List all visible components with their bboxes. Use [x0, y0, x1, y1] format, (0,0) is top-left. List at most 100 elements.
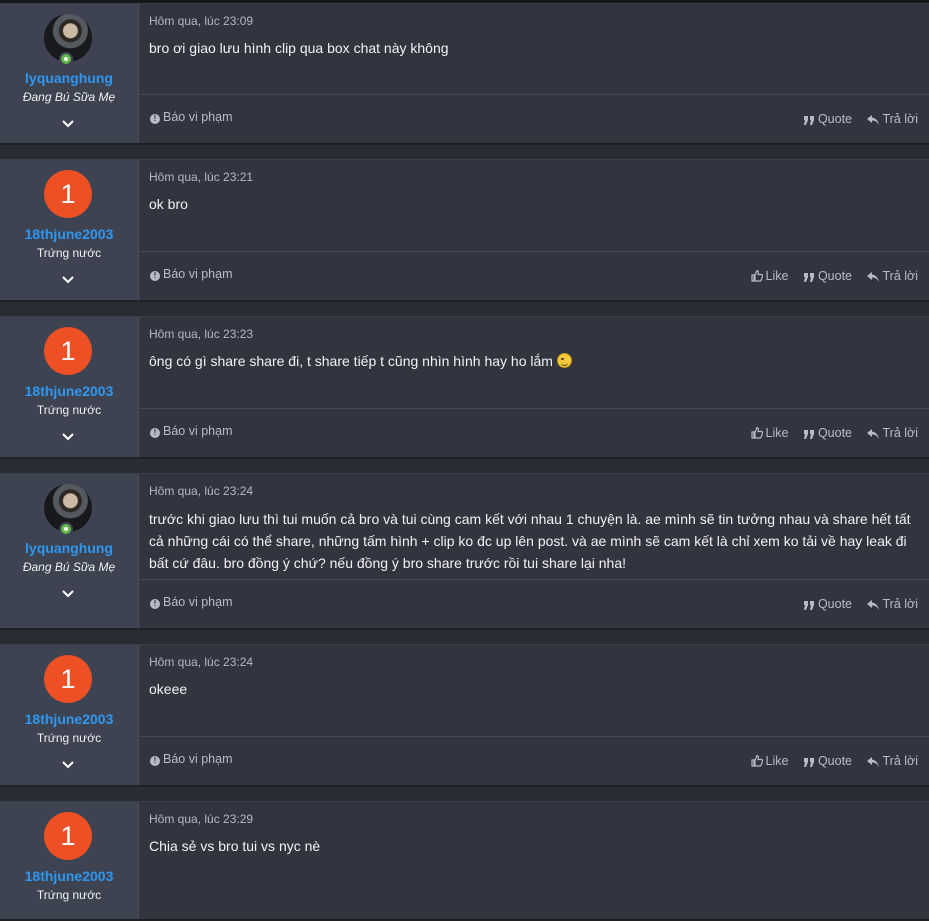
post-date[interactable]: Hôm qua, lúc 23:21 — [149, 170, 253, 184]
quote-button[interactable]: Quote — [803, 426, 852, 440]
username-link[interactable]: 18thjune2003 — [0, 383, 138, 399]
reply-label: Trả lời — [882, 112, 918, 126]
post: 1 18thjune2003 Trứng nước Hôm qua, lúc 2… — [0, 644, 929, 787]
report-label: Báo vi phạm — [163, 267, 233, 281]
post-date[interactable]: Hôm qua, lúc 23:29 — [149, 812, 253, 826]
smirk-emoji-icon — [556, 353, 572, 368]
post-date[interactable]: Hôm qua, lúc 23:09 — [149, 14, 253, 28]
report-button[interactable]: ! Báo vi phạm — [150, 595, 232, 609]
post: 1 18thjune2003 Trứng nước Hôm qua, lúc 2… — [0, 159, 929, 302]
post: 1 18thjune2003 Trứng nước Hôm qua, lúc 2… — [0, 316, 929, 459]
post-date[interactable]: Hôm qua, lúc 23:23 — [149, 327, 253, 341]
reply-button[interactable]: Trả lời — [867, 426, 918, 440]
thumbs-up-icon — [750, 426, 763, 439]
quote-icon — [803, 758, 814, 767]
post-message: ok bro — [149, 196, 188, 212]
chevron-down-icon[interactable] — [60, 429, 76, 445]
quote-icon — [803, 116, 814, 125]
post-message: okeee — [149, 681, 188, 697]
quote-button[interactable]: Quote — [803, 597, 852, 611]
user-panel: lyquanghung Đang Bú Sữa Mẹ — [0, 474, 139, 628]
post-content: Hôm qua, lúc 23:24 okeee ! Báo vi phạm Li… — [139, 645, 929, 785]
post-footer: ! Báo vi phạm Like Quote Trả lời — [139, 408, 929, 457]
thumbs-up-icon — [750, 269, 763, 282]
post-date[interactable]: Hôm qua, lúc 23:24 — [149, 484, 253, 498]
reply-label: Trả lời — [882, 754, 918, 768]
user-title: Trứng nước — [36, 731, 102, 745]
report-button[interactable]: ! Báo vi phạm — [150, 424, 232, 438]
chevron-down-icon[interactable] — [60, 757, 76, 773]
username-link[interactable]: 18thjune2003 — [0, 711, 138, 727]
reply-label: Trả lời — [882, 597, 918, 611]
post-message: ông có gì share share đi, t share tiếp t… — [149, 353, 553, 369]
avatar[interactable]: 1 — [44, 170, 92, 218]
reply-button[interactable]: Trả lời — [867, 597, 918, 611]
report-button[interactable]: ! Báo vi phạm — [150, 267, 232, 281]
post-date[interactable]: Hôm qua, lúc 23:24 — [149, 655, 253, 669]
quote-icon — [803, 601, 814, 610]
reply-icon — [867, 757, 880, 767]
username-link[interactable]: 18thjune2003 — [0, 868, 138, 884]
like-label: Like — [765, 426, 789, 440]
post-actions: Quote Trả lời — [792, 112, 918, 126]
quote-label: Quote — [817, 112, 852, 126]
reply-icon — [867, 429, 880, 439]
report-button[interactable]: ! Báo vi phạm — [150, 110, 232, 124]
reply-icon — [867, 115, 880, 125]
chevron-down-icon[interactable] — [60, 116, 76, 132]
post-message: bro ơi giao lưu hình clip qua box chat n… — [149, 40, 449, 56]
post: lyquanghung Đang Bú Sữa Mẹ Hôm qua, lúc … — [0, 473, 929, 630]
chevron-down-icon[interactable] — [60, 272, 76, 288]
user-title: Đang Bú Sữa Mẹ — [22, 90, 116, 104]
post-content: Hôm qua, lúc 23:09 bro ơi giao lưu hình … — [139, 4, 929, 143]
reply-label: Trả lời — [882, 426, 918, 440]
user-title: Trứng nước — [36, 403, 102, 417]
like-label: Like — [765, 269, 789, 283]
quote-button[interactable]: Quote — [803, 754, 852, 768]
avatar[interactable]: 1 — [44, 327, 92, 375]
quote-label: Quote — [817, 597, 852, 611]
quote-label: Quote — [817, 269, 852, 283]
report-label: Báo vi phạm — [163, 110, 233, 124]
post-message: trước khi giao lưu thì tui muốn cả bro v… — [149, 511, 911, 571]
post-footer: ! Báo vi phạm Like Quote Trả lời — [139, 251, 929, 300]
post-actions: Quote Trả lời — [792, 597, 918, 611]
post-footer: ! Báo vi phạm Quote Trả lời — [139, 579, 929, 628]
info-icon: ! — [150, 271, 160, 281]
reply-button[interactable]: Trả lời — [867, 112, 918, 126]
avatar[interactable]: 1 — [44, 812, 92, 860]
like-label: Like — [765, 754, 789, 768]
post-message: Chia sẻ vs bro tui vs nyc nè — [149, 838, 321, 854]
report-label: Báo vi phạm — [163, 595, 233, 609]
like-button[interactable]: Like — [750, 269, 789, 283]
like-button[interactable]: Like — [750, 754, 789, 768]
info-icon: ! — [150, 114, 160, 124]
user-title: Trứng nước — [36, 888, 102, 902]
quote-label: Quote — [817, 426, 852, 440]
report-label: Báo vi phạm — [163, 752, 233, 766]
post-content: Hôm qua, lúc 23:23 ông có gì share share… — [139, 317, 929, 457]
user-panel: lyquanghung Đang Bú Sữa Mẹ — [0, 4, 139, 143]
report-button[interactable]: ! Báo vi phạm — [150, 752, 232, 766]
username-link[interactable]: lyquanghung — [0, 70, 138, 86]
post: 1 18thjune2003 Trứng nước Hôm qua, lúc 2… — [0, 801, 929, 921]
post-content: Hôm qua, lúc 23:21 ok bro ! Báo vi phạm L… — [139, 160, 929, 300]
reply-button[interactable]: Trả lời — [867, 754, 918, 768]
username-link[interactable]: lyquanghung — [0, 540, 138, 556]
post-actions: Like Quote Trả lời — [739, 754, 918, 768]
user-panel: 1 18thjune2003 Trứng nước — [0, 317, 139, 457]
like-button[interactable]: Like — [750, 426, 789, 440]
post-footer: ! Báo vi phạm Quote Trả lời — [139, 94, 929, 143]
user-title: Đang Bú Sữa Mẹ — [22, 560, 116, 574]
thumbs-up-icon — [750, 754, 763, 767]
avatar[interactable]: 1 — [44, 655, 92, 703]
info-icon: ! — [150, 756, 160, 766]
chevron-down-icon[interactable] — [60, 586, 76, 602]
reply-button[interactable]: Trả lời — [867, 269, 918, 283]
username-link[interactable]: 18thjune2003 — [0, 226, 138, 242]
post-actions: Like Quote Trả lời — [739, 269, 918, 283]
quote-button[interactable]: Quote — [803, 269, 852, 283]
reply-icon — [867, 272, 880, 282]
info-icon: ! — [150, 599, 160, 609]
quote-button[interactable]: Quote — [803, 112, 852, 126]
